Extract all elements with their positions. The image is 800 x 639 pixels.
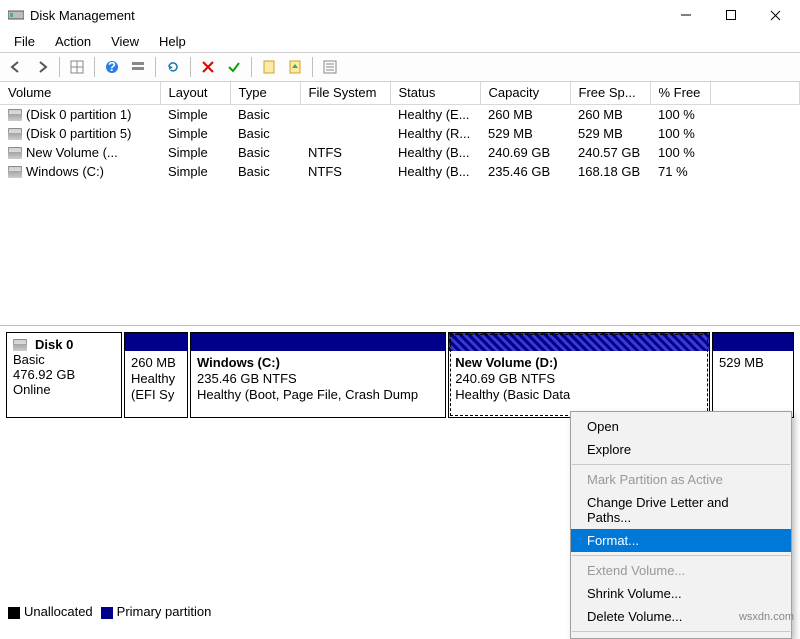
menu-file[interactable]: File <box>4 32 45 51</box>
minimize-button[interactable] <box>663 1 708 29</box>
table-row[interactable]: Windows (C:)SimpleBasicNTFSHealthy (B...… <box>0 162 800 181</box>
ctx-extend: Extend Volume... <box>571 559 791 582</box>
menu-action[interactable]: Action <box>45 32 101 51</box>
table-row[interactable]: New Volume (...SimpleBasicNTFSHealthy (B… <box>0 143 800 162</box>
col-status[interactable]: Status <box>390 82 480 104</box>
partition-new-volume-d[interactable]: New Volume (D:) 240.69 GB NTFS Healthy (… <box>448 332 710 418</box>
menu-view[interactable]: View <box>101 32 149 51</box>
ctx-shrink[interactable]: Shrink Volume... <box>571 582 791 605</box>
disk-info-panel[interactable]: Disk 0 Basic 476.92 GB Online <box>6 332 122 418</box>
disk-type: Basic <box>13 352 115 367</box>
window-title: Disk Management <box>30 8 663 23</box>
disk-name: Disk 0 <box>35 337 73 352</box>
col-volume[interactable]: Volume <box>0 82 160 104</box>
list-icon[interactable] <box>126 55 150 79</box>
volume-icon <box>8 147 22 159</box>
toolbar: ? <box>0 52 800 82</box>
menu-bar: File Action View Help <box>0 30 800 52</box>
watermark: wsxdn.com <box>739 611 794 623</box>
ctx-explore[interactable]: Explore <box>571 438 791 461</box>
partition-windows-c[interactable]: Windows (C:) 235.46 GB NTFS Healthy (Boo… <box>190 332 446 418</box>
ctx-format[interactable]: Format... <box>571 529 791 552</box>
properties-icon[interactable] <box>318 55 342 79</box>
volume-icon <box>8 166 22 178</box>
partition-recovery[interactable]: 529 MB <box>712 332 794 418</box>
forward-button[interactable] <box>30 55 54 79</box>
volume-list: Volume Layout Type File System Status Ca… <box>0 82 800 326</box>
title-bar: Disk Management <box>0 0 800 30</box>
col-fs[interactable]: File System <box>300 82 390 104</box>
col-capacity[interactable]: Capacity <box>480 82 570 104</box>
check-icon[interactable] <box>222 55 246 79</box>
ctx-open[interactable]: Open <box>571 415 791 438</box>
table-row[interactable]: (Disk 0 partition 1)SimpleBasicHealthy (… <box>0 104 800 124</box>
back-button[interactable] <box>4 55 28 79</box>
help-icon[interactable]: ? <box>100 55 124 79</box>
maximize-button[interactable] <box>708 1 753 29</box>
table-row[interactable]: (Disk 0 partition 5)SimpleBasicHealthy (… <box>0 124 800 143</box>
col-spacer <box>710 82 800 104</box>
app-icon <box>8 8 24 22</box>
page-up-icon[interactable] <box>283 55 307 79</box>
swatch-primary <box>101 607 113 619</box>
col-layout[interactable]: Layout <box>160 82 230 104</box>
partition-efi[interactable]: 260 MB Healthy (EFI Sy <box>124 332 188 418</box>
disk-status: Online <box>13 382 115 397</box>
disk-icon <box>13 339 27 351</box>
legend: Unallocated Primary partition <box>8 604 211 619</box>
menu-help[interactable]: Help <box>149 32 196 51</box>
volume-icon <box>8 128 22 140</box>
volume-icon <box>8 109 22 121</box>
ctx-mark-active: Mark Partition as Active <box>571 468 791 491</box>
context-menu: Open Explore Mark Partition as Active Ch… <box>570 411 792 639</box>
delete-icon[interactable] <box>196 55 220 79</box>
disk-size: 476.92 GB <box>13 367 115 382</box>
col-free[interactable]: Free Sp... <box>570 82 650 104</box>
col-pct[interactable]: % Free <box>650 82 710 104</box>
svg-text:?: ? <box>108 60 116 74</box>
close-button[interactable] <box>753 1 798 29</box>
col-type[interactable]: Type <box>230 82 300 104</box>
refresh-icon[interactable] <box>161 55 185 79</box>
ctx-change-letter[interactable]: Change Drive Letter and Paths... <box>571 491 791 529</box>
grid-icon[interactable] <box>65 55 89 79</box>
column-headers: Volume Layout Type File System Status Ca… <box>0 82 800 104</box>
page-icon[interactable] <box>257 55 281 79</box>
swatch-unallocated <box>8 607 20 619</box>
